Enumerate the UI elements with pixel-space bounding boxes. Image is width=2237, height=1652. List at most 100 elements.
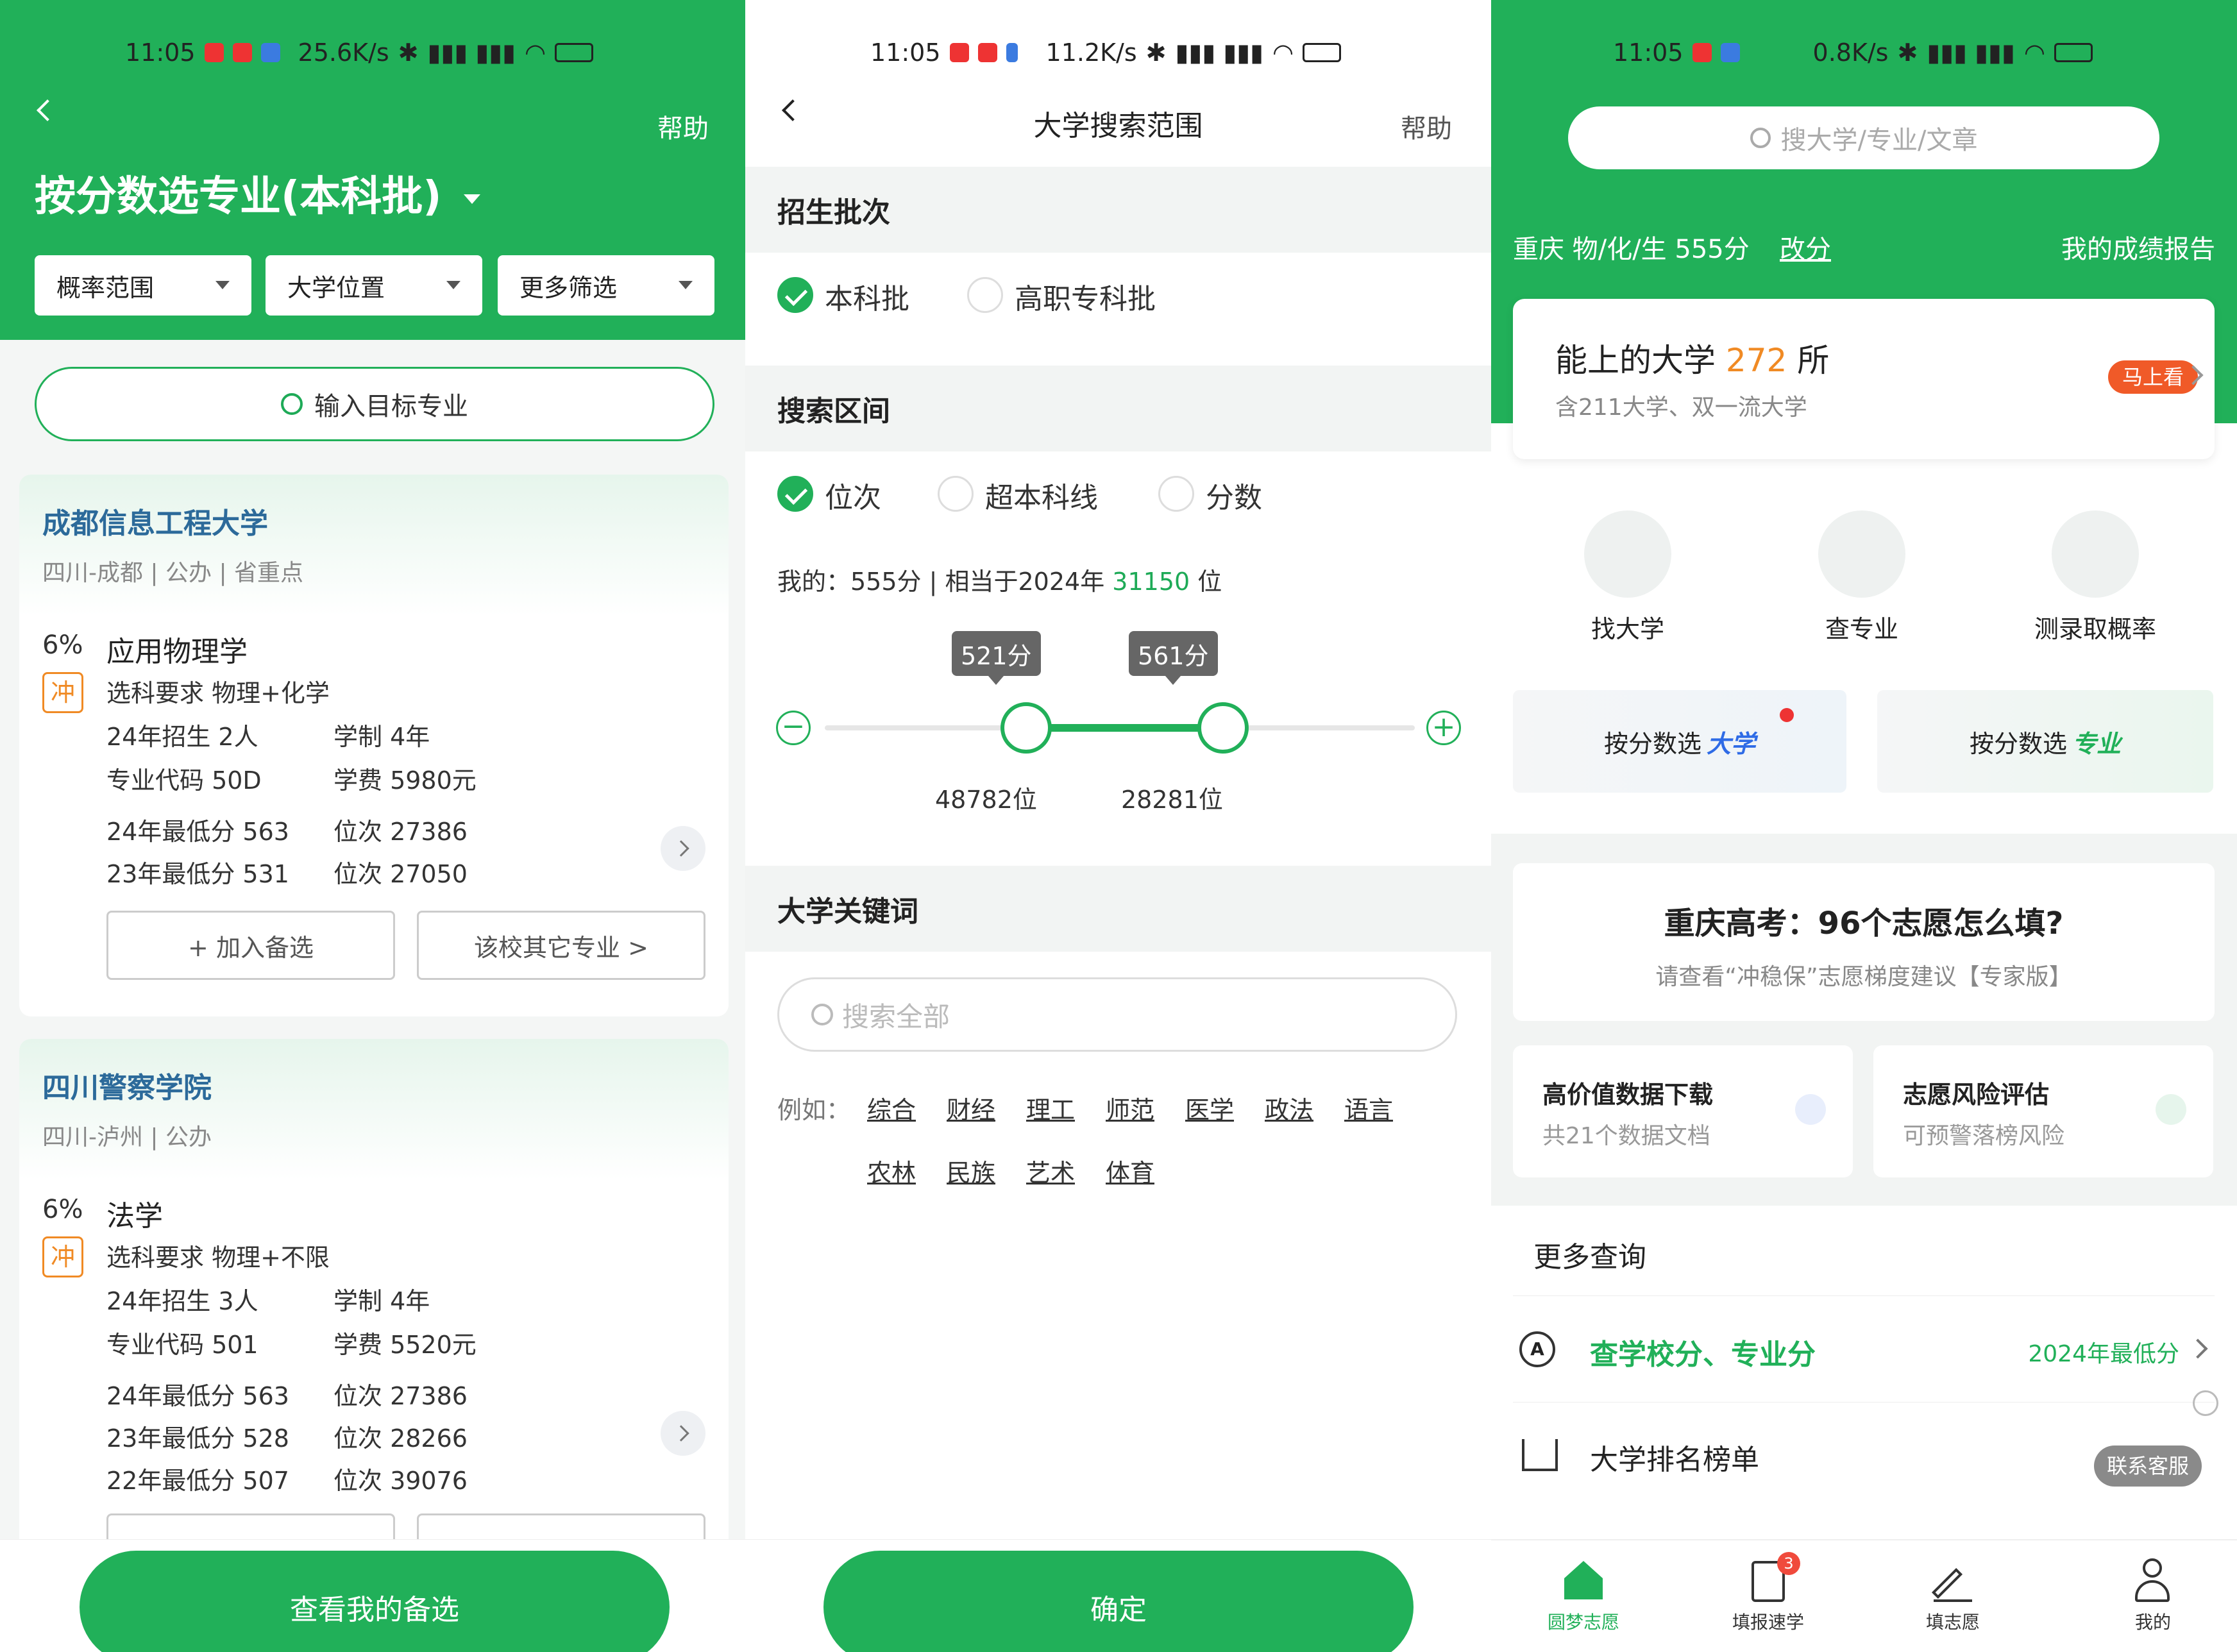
keyword-link[interactable]: 财经 xyxy=(947,1090,995,1125)
filter-more[interactable]: 更多筛选 xyxy=(498,255,714,316)
filter-probability[interactable]: 概率范围 xyxy=(35,255,251,316)
ranking-link[interactable]: 大学排名榜单 xyxy=(1590,1437,1759,1478)
help-link[interactable]: 帮助 xyxy=(657,108,709,145)
university-name[interactable]: 四川警察学院 xyxy=(42,1065,705,1106)
guide-banner[interactable]: 重庆高考：96个志愿怎么填? 请查看“冲稳保”志愿梯度建议【专家版】 xyxy=(1513,863,2215,1021)
tab-mine[interactable]: 我的 xyxy=(2089,1608,2217,1634)
target-major-search[interactable]: 输入目标专业 xyxy=(35,367,714,441)
keyword-search-input[interactable]: 搜索全部 xyxy=(777,977,1457,1052)
search-range-panel: 11:05 11.2K/s ✱ ▮▮▮ ▮▮▮ ◠ 大学搜索范围 帮助 招生批次… xyxy=(745,0,1491,1652)
keyword-link[interactable]: 理工 xyxy=(1026,1090,1075,1125)
slider-high-rank: 28281位 xyxy=(1121,786,1223,814)
search-icon xyxy=(811,1004,833,1025)
example-label: 例如： xyxy=(777,1096,851,1124)
status-bar: 11:05 0.8K/s ✱ ▮▮▮ ▮▮▮ ◠ xyxy=(1613,38,2093,67)
app-notification-icon xyxy=(1692,43,1712,62)
university-card: 成都信息工程大学 四川-成都 | 公办 | 省重点 6% 冲 应用物理学 选科要… xyxy=(19,475,729,1016)
detail-button[interactable] xyxy=(661,826,705,871)
bluetooth-icon: ✱ xyxy=(1145,38,1167,67)
admission-probability-link[interactable]: 测录取概率 xyxy=(1999,609,2191,645)
card-header[interactable]: 四川警察学院 四川-泸州 | 公办 xyxy=(19,1039,729,1180)
card-header[interactable]: 成都信息工程大学 四川-成都 | 公办 | 省重点 xyxy=(19,475,729,616)
area-chart-icon[interactable] xyxy=(2052,510,2139,598)
range-radio-score[interactable] xyxy=(1158,476,1194,512)
eligible-universities-card[interactable]: 能上的大学 272 所 含211大学、双一流大学 马上看 xyxy=(1513,299,2215,459)
detail-button[interactable] xyxy=(661,1411,705,1456)
select-university-by-score[interactable]: 按分数选 大学 xyxy=(1513,690,1846,793)
risk-badge: 冲 xyxy=(42,672,83,713)
score-query-link[interactable]: 查学校分、专业分 xyxy=(1590,1331,1816,1372)
tab-learn[interactable]: 填报速学 xyxy=(1704,1608,1832,1634)
keyword-link[interactable]: 医学 xyxy=(1185,1090,1234,1125)
find-major-link[interactable]: 查专业 xyxy=(1766,609,1958,645)
slider-increase-button[interactable]: + xyxy=(1426,711,1461,745)
risk-assessment-tile[interactable]: 志愿风险评估 可预警落榜风险 xyxy=(1873,1045,2213,1177)
slider-selected-range xyxy=(1026,724,1223,732)
keyword-link[interactable]: 农林 xyxy=(867,1153,916,1188)
data-download-tile[interactable]: 高价值数据下载 共21个数据文档 xyxy=(1513,1045,1853,1177)
bluetooth-icon: ✱ xyxy=(398,38,419,67)
confirm-button[interactable]: 确定 xyxy=(823,1551,1414,1652)
radio-label[interactable]: 高职专科批 xyxy=(1015,276,1156,317)
keyword-link[interactable]: 政法 xyxy=(1265,1090,1313,1125)
enrollment: 24年招生 3人 xyxy=(106,1287,258,1315)
score-report-link[interactable]: 我的成绩报告 xyxy=(2061,228,2215,266)
keyword-link[interactable]: 艺术 xyxy=(1026,1153,1075,1188)
view-shortlist-button[interactable]: 查看我的备选 xyxy=(80,1551,670,1652)
caret-down-icon xyxy=(215,281,230,289)
find-university-link[interactable]: 找大学 xyxy=(1532,609,1724,645)
keyword-link[interactable]: 综合 xyxy=(867,1090,916,1125)
signal-icon: ▮▮▮ ▮▮▮ xyxy=(1927,38,2015,67)
filter-label: 概率范围 xyxy=(56,273,155,302)
page-title[interactable]: 按分数选专业(本科批) xyxy=(35,164,480,223)
radio-label[interactable]: 位次 xyxy=(825,475,881,516)
tab-fill[interactable]: 填志愿 xyxy=(1889,1608,2017,1634)
batch-radio-vocational[interactable] xyxy=(967,277,1003,313)
eligible-count: 272 xyxy=(1725,342,1787,379)
close-icon[interactable] xyxy=(2193,1390,2218,1416)
range-radio-rank[interactable] xyxy=(777,476,813,512)
other-majors-button[interactable]: 该校其它专业 > xyxy=(417,911,705,980)
page-title: 大学搜索范围 xyxy=(1033,110,1203,142)
radio-label[interactable]: 超本科线 xyxy=(985,475,1098,516)
slider-high-handle[interactable] xyxy=(1197,702,1249,754)
chevron-right-icon xyxy=(673,1425,689,1442)
more-queries-title: 更多查询 xyxy=(1533,1241,1646,1274)
search-placeholder: 输入目标专业 xyxy=(314,392,468,421)
pen-icon[interactable] xyxy=(1931,1564,1972,1602)
filter-location[interactable]: 大学位置 xyxy=(266,255,482,316)
batch-radio-undergrad[interactable] xyxy=(777,277,813,313)
radio-label[interactable]: 本科批 xyxy=(825,276,909,317)
signal-icon: ▮▮▮ ▮▮▮ xyxy=(1175,38,1264,67)
radio-label[interactable]: 分数 xyxy=(1206,475,1262,516)
slider-low-handle[interactable] xyxy=(1000,702,1052,754)
enrollment: 24年招生 2人 xyxy=(106,723,258,751)
keyword-link[interactable]: 师范 xyxy=(1106,1090,1154,1125)
home-panel: 11:05 0.8K/s ✱ ▮▮▮ ▮▮▮ ◠ 搜大学/专业/文章 重庆 物/… xyxy=(1491,0,2237,1652)
keyword-link[interactable]: 体育 xyxy=(1106,1153,1154,1188)
select-major-by-score[interactable]: 按分数选 专业 xyxy=(1877,690,2213,793)
book-icon[interactable] xyxy=(1818,510,1905,598)
back-button[interactable] xyxy=(37,99,58,121)
help-link[interactable]: 帮助 xyxy=(1401,108,1452,145)
wifi-icon: ◠ xyxy=(2023,38,2046,67)
add-to-shortlist-button[interactable]: + 加入备选 xyxy=(106,911,395,980)
wifi-icon: ◠ xyxy=(1272,38,1294,67)
change-score-link[interactable]: 改分 xyxy=(1780,228,1831,266)
tab-home[interactable]: 圆梦志愿 xyxy=(1519,1608,1648,1634)
tile-title: 高价值数据下载 xyxy=(1542,1081,1714,1109)
filter-label: 大学位置 xyxy=(287,273,385,302)
customer-service-button[interactable]: 联系客服 xyxy=(2094,1446,2202,1487)
global-search-input[interactable]: 搜大学/专业/文章 xyxy=(1568,106,2159,169)
range-radio-above-line[interactable] xyxy=(938,476,974,512)
app-notification-icon xyxy=(260,43,280,62)
keyword-link[interactable]: 语言 xyxy=(1344,1090,1393,1125)
probability-value: 6% xyxy=(42,1195,83,1224)
slider-decrease-button[interactable]: − xyxy=(776,711,811,745)
my-rank-value: 31150 xyxy=(1112,568,1190,596)
keyword-link[interactable]: 民族 xyxy=(947,1153,995,1188)
university-name[interactable]: 成都信息工程大学 xyxy=(42,500,705,541)
view-now-badge[interactable]: 马上看 xyxy=(2108,360,2199,394)
user-icon[interactable] xyxy=(2132,1558,2172,1603)
graduation-cap-icon[interactable] xyxy=(1584,510,1671,598)
